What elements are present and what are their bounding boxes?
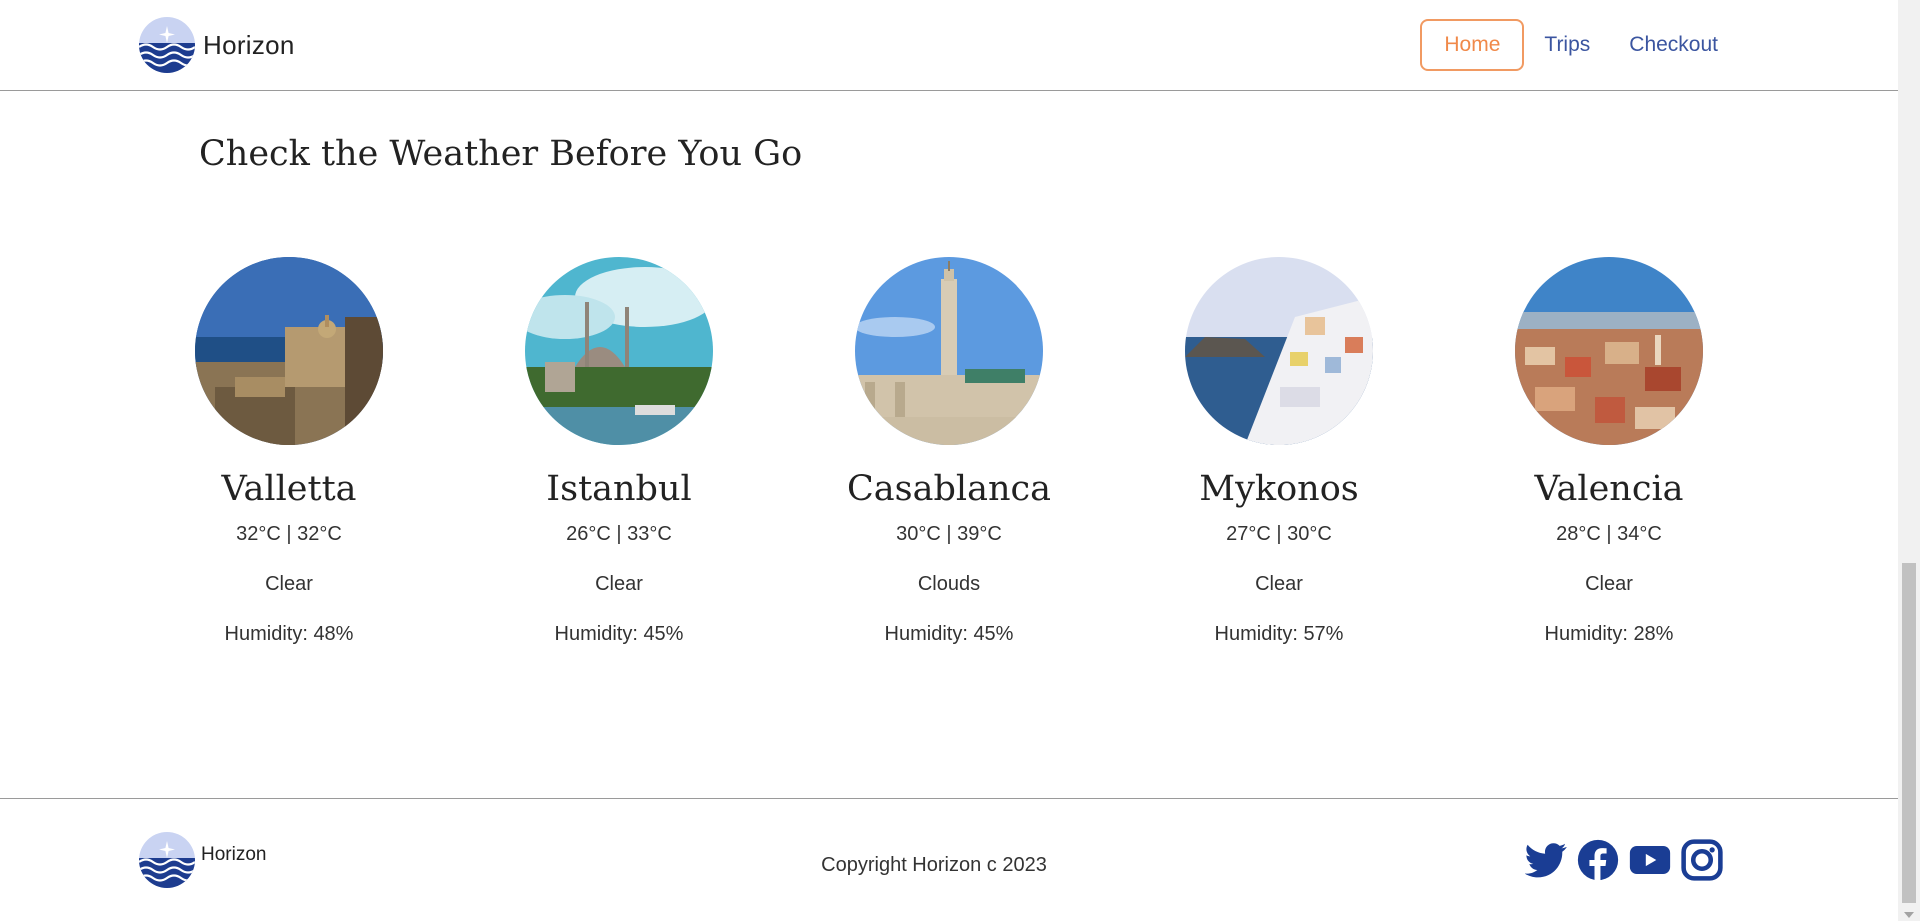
city-condition: Clouds [917, 573, 981, 595]
page-scrollbar[interactable] [1898, 0, 1920, 921]
nav-trips-link[interactable]: Trips [1544, 33, 1590, 57]
city-temperature: 30°C | 39°C [896, 523, 1002, 545]
page: Horizon Home Trips Checkout Check the We… [0, 0, 1898, 921]
city-photo-valencia [1515, 257, 1703, 445]
social-links [1525, 839, 1733, 881]
city-temperature: 27°C | 30°C [1226, 523, 1332, 545]
scrollbar-thumb[interactable] [1902, 563, 1916, 903]
city-name: Mykonos [1199, 469, 1359, 509]
city-name: Valletta [221, 469, 357, 509]
section-title: Check the Weather Before You Go [199, 134, 803, 174]
city-photo-casablanca [855, 257, 1043, 445]
main-nav: Home Trips Checkout [1420, 19, 1718, 71]
horizon-logo-icon [139, 17, 195, 73]
city-temperature: 28°C | 34°C [1556, 523, 1662, 545]
city-humidity: Humidity: 28% [1544, 623, 1674, 645]
city-humidity: Humidity: 57% [1214, 623, 1344, 645]
city-condition: Clear [265, 573, 313, 595]
city-name: Casablanca [847, 469, 1051, 509]
scroll-down-arrow-icon[interactable] [1904, 912, 1914, 918]
city-photo-mykonos [1185, 257, 1373, 445]
nav-home-button[interactable]: Home [1420, 19, 1525, 71]
city-photo-valletta [195, 257, 383, 445]
site-footer: Horizon Copyright Horizon c 2023 [0, 798, 1898, 922]
city-condition: Clear [1585, 573, 1633, 595]
city-card: Istanbul 26°C | 33°C Clear Humidity: 45% [454, 257, 784, 646]
youtube-icon[interactable] [1629, 839, 1671, 881]
city-photo-istanbul [525, 257, 713, 445]
city-card: Valencia 28°C | 34°C Clear Humidity: 28% [1444, 257, 1774, 646]
city-condition: Clear [1255, 573, 1303, 595]
brand-name: Horizon [203, 29, 295, 60]
city-condition: Clear [595, 573, 643, 595]
city-name: Valencia [1534, 469, 1684, 509]
city-card: Mykonos 27°C | 30°C Clear Humidity: 57% [1114, 257, 1444, 646]
city-name: Istanbul [546, 469, 692, 509]
nav-checkout-link[interactable]: Checkout [1629, 33, 1718, 57]
city-humidity: Humidity: 45% [554, 623, 684, 645]
city-temperature: 26°C | 33°C [566, 523, 672, 545]
twitter-icon[interactable] [1525, 839, 1567, 881]
city-humidity: Humidity: 48% [224, 623, 354, 645]
city-humidity: Humidity: 45% [884, 623, 1014, 645]
facebook-icon[interactable] [1577, 839, 1619, 881]
city-card: Casablanca 30°C | 39°C Clouds Humidity: … [784, 257, 1114, 646]
city-temperature: 32°C | 32°C [236, 523, 342, 545]
site-header: Horizon Home Trips Checkout [0, 0, 1898, 91]
city-card: Valletta 32°C | 32°C Clear Humidity: 48% [124, 257, 454, 646]
brand-logo[interactable]: Horizon [139, 17, 295, 73]
instagram-icon[interactable] [1681, 839, 1723, 881]
